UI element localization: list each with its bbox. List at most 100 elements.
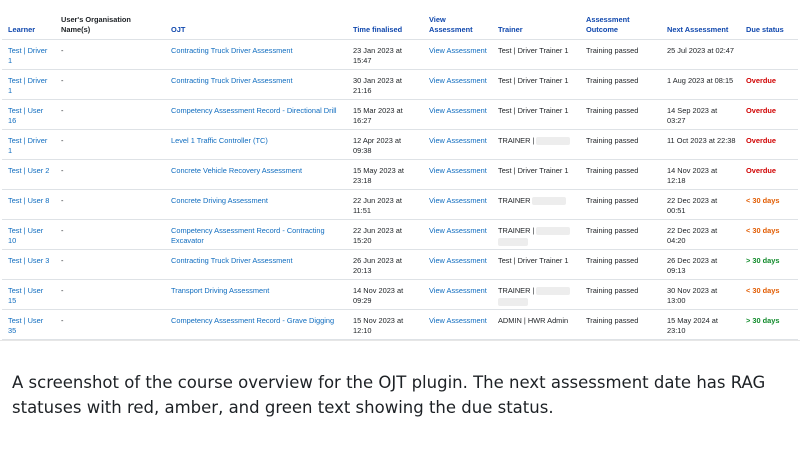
organisation-cell-text: - <box>61 106 64 115</box>
outcome-cell: Training passed <box>580 279 661 310</box>
organisation-cell-text: - <box>61 166 64 175</box>
learner-cell-link[interactable]: Test | User 3 <box>8 256 49 265</box>
trainer-cell: ADMIN | HWR Admin <box>492 309 580 340</box>
redacted-name <box>536 227 571 236</box>
ojt-cell: Level 1 Traffic Controller (TC) <box>165 129 347 160</box>
trainer-cell-text: ADMIN | HWR Admin <box>498 316 569 325</box>
col-header-view-assessment[interactable]: View Assessment <box>423 0 492 40</box>
ojt-cell-link[interactable]: Contracting Truck Driver Assessment <box>171 46 293 55</box>
time-finalised-cell: 14 Nov 2023 at 09:29 <box>347 279 423 310</box>
trainer-cell-text: TRAINER | <box>498 226 535 235</box>
learner-cell-link[interactable]: Test | Driver 1 <box>8 46 47 65</box>
ojt-cell: Competency Assessment Record - Direction… <box>165 99 347 130</box>
due-status-cell-text: > 30 days <box>746 256 780 265</box>
trainer-cell-text: Test | Driver Trainer 1 <box>498 256 569 265</box>
ojt-cell-link[interactable]: Concrete Driving Assessment <box>171 196 268 205</box>
outcome-cell-text: Training passed <box>586 196 639 205</box>
view-assessment-cell-link[interactable]: View Assessment <box>429 256 487 265</box>
ojt-cell-link[interactable]: Contracting Truck Driver Assessment <box>171 76 293 85</box>
col-header-outcome[interactable]: Assessment Outcome <box>580 0 661 40</box>
trainer-cell: TRAINER | <box>492 219 580 250</box>
table-row: Test | Driver 1 - Contracting Truck Driver… <box>2 69 798 100</box>
next-assessment-cell-text: 30 Nov 2023 at 13:00 <box>667 286 718 305</box>
ojt-cell: Concrete Driving Assessment <box>165 189 347 220</box>
next-assessment-cell: 26 Dec 2023 at 09:13 <box>661 249 740 280</box>
organisation-cell-text: - <box>61 286 64 295</box>
view-assessment-cell-link[interactable]: View Assessment <box>429 46 487 55</box>
learner-cell-link[interactable]: Test | Driver 1 <box>8 76 47 95</box>
col-header-trainer[interactable]: Trainer <box>492 0 580 40</box>
learner-cell: Test | User 10 <box>2 219 55 250</box>
outcome-cell: Training passed <box>580 69 661 100</box>
learner-cell-link[interactable]: Test | User 15 <box>8 286 43 305</box>
learner-cell-link[interactable]: Test | User 2 <box>8 166 49 175</box>
table-row: Test | User 15 - Transport Driving Assessm… <box>2 279 798 310</box>
view-assessment-cell: View Assessment <box>423 189 492 220</box>
view-assessment-cell-link[interactable]: View Assessment <box>429 166 487 175</box>
learner-cell-link[interactable]: Test | User 35 <box>8 316 43 335</box>
view-assessment-cell-link[interactable]: View Assessment <box>429 136 487 145</box>
view-assessment-cell-link[interactable]: View Assessment <box>429 106 487 115</box>
outcome-cell-text: Training passed <box>586 256 639 265</box>
view-assessment-cell-link[interactable]: View Assessment <box>429 196 487 205</box>
trainer-cell: Test | Driver Trainer 1 <box>492 69 580 100</box>
organisation-cell: - <box>55 309 165 340</box>
learner-cell: Test | Driver 1 <box>2 129 55 160</box>
time-finalised-cell: 26 Jun 2023 at 20:13 <box>347 249 423 280</box>
time-finalised-cell-text: 14 Nov 2023 at 09:29 <box>353 286 404 305</box>
trainer-cell-text: Test | Driver Trainer 1 <box>498 46 569 55</box>
image-caption: A screenshot of the course overview for … <box>12 373 766 417</box>
due-status-cell-text: > 30 days <box>746 316 780 325</box>
col-header-next-assessment[interactable]: Next Assessment <box>661 0 740 40</box>
ojt-cell-link[interactable]: Transport Driving Assessment <box>171 286 269 295</box>
view-assessment-cell: View Assessment <box>423 159 492 190</box>
outcome-cell-text: Training passed <box>586 316 639 325</box>
time-finalised-cell: 15 May 2023 at 23:18 <box>347 159 423 190</box>
ojt-cell-link[interactable]: Competency Assessment Record - Direction… <box>171 106 337 115</box>
col-header-due-status[interactable]: Due status <box>740 0 798 40</box>
view-assessment-cell-link[interactable]: View Assessment <box>429 316 487 325</box>
table-row: Test | User 3 - Contracting Truck Driver A… <box>2 249 798 280</box>
learner-cell-link[interactable]: Test | Driver 1 <box>8 136 47 155</box>
trainer-cell: TRAINER | <box>492 279 580 310</box>
organisation-cell-text: - <box>61 196 64 205</box>
view-assessment-cell-link[interactable]: View Assessment <box>429 286 487 295</box>
learner-cell: Test | User 8 <box>2 189 55 220</box>
table-row: Test | User 2 - Concrete Vehicle Recovery … <box>2 159 798 190</box>
learner-cell: Test | User 16 <box>2 99 55 130</box>
redacted-name <box>532 197 567 206</box>
table-row: Test | User 8 - Concrete Driving Assessmen… <box>2 189 798 220</box>
learner-cell-link[interactable]: Test | User 16 <box>8 106 43 125</box>
trainer-cell-text: Test | Driver Trainer 1 <box>498 166 569 175</box>
ojt-cell-link[interactable]: Competency Assessment Record - Grave Dig… <box>171 316 334 325</box>
col-header-ojt[interactable]: OJT <box>165 0 347 40</box>
ojt-cell-link[interactable]: Competency Assessment Record - Contracti… <box>171 226 325 245</box>
redacted-name <box>498 298 528 306</box>
organisation-cell: - <box>55 159 165 190</box>
next-assessment-cell: 25 Jul 2023 at 02:47 <box>661 39 740 70</box>
organisation-cell: - <box>55 129 165 160</box>
col-header-time-finalised[interactable]: Time finalised <box>347 0 423 40</box>
time-finalised-cell: 30 Jan 2023 at 21:16 <box>347 69 423 100</box>
col-header-organisation: User's Organisation Name(s) <box>55 0 165 40</box>
learner-cell: Test | Driver 1 <box>2 69 55 100</box>
ojt-cell-link[interactable]: Level 1 Traffic Controller (TC) <box>171 136 268 145</box>
view-assessment-cell-link[interactable]: View Assessment <box>429 226 487 235</box>
trainer-cell-text: TRAINER | <box>498 286 535 295</box>
next-assessment-cell: 14 Sep 2023 at 03:27 <box>661 99 740 130</box>
view-assessment-cell: View Assessment <box>423 249 492 280</box>
table-row: Test | User 10 - Competency Assessment Rec… <box>2 219 798 250</box>
learner-cell: Test | User 2 <box>2 159 55 190</box>
view-assessment-cell-link[interactable]: View Assessment <box>429 76 487 85</box>
view-assessment-cell: View Assessment <box>423 99 492 130</box>
ojt-cell-link[interactable]: Concrete Vehicle Recovery Assessment <box>171 166 302 175</box>
time-finalised-cell-text: 22 Jun 2023 at 15:20 <box>353 226 402 245</box>
learner-cell-link[interactable]: Test | User 10 <box>8 226 43 245</box>
due-status-cell: > 30 days <box>740 309 798 340</box>
ojt-cell-link[interactable]: Contracting Truck Driver Assessment <box>171 256 293 265</box>
view-assessment-cell: View Assessment <box>423 69 492 100</box>
learner-cell-link[interactable]: Test | User 8 <box>8 196 49 205</box>
col-header-learner[interactable]: Learner <box>2 0 55 40</box>
organisation-cell-text: - <box>61 226 64 235</box>
next-assessment-cell: 11 Oct 2023 at 22:38 <box>661 129 740 160</box>
